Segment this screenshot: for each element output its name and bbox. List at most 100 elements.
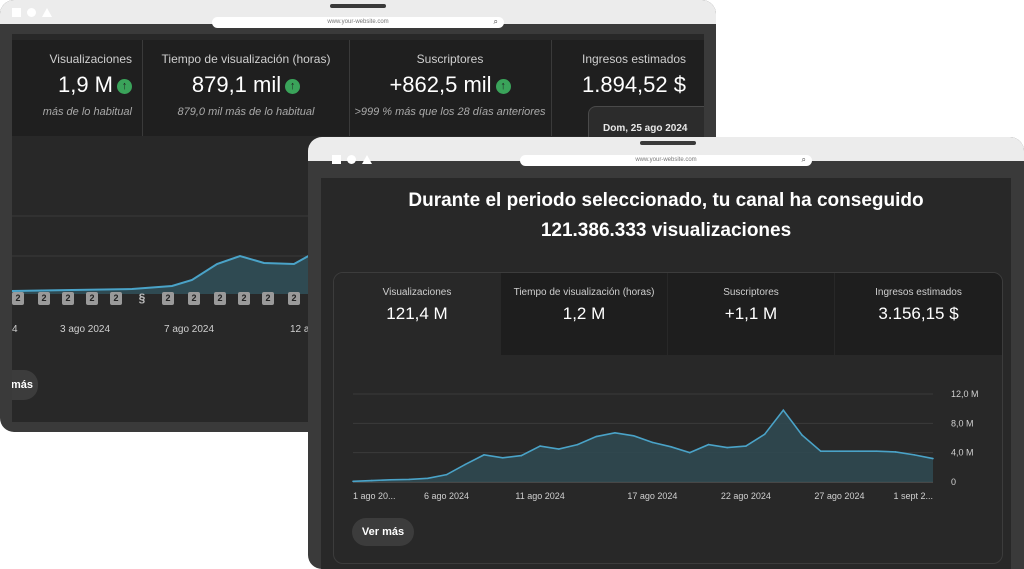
metric-label: Visualizaciones	[382, 287, 452, 298]
metric-value: 1,2 M	[562, 304, 606, 323]
metric-value: 1,9 M	[57, 72, 113, 97]
upload-badge[interactable]: 2	[38, 292, 50, 305]
y-tick-label: 0	[951, 477, 956, 487]
data-point	[745, 445, 747, 447]
arrow-up-icon: ↑	[495, 78, 511, 94]
data-point	[801, 434, 803, 436]
front-browser-bar: www.your-website.com ⌕	[308, 137, 1024, 166]
data-point	[501, 457, 504, 459]
x-tick-label: 17 ago 2024	[627, 491, 677, 501]
tab-subscribers[interactable]: Suscriptores +1,1 M	[668, 273, 834, 355]
triangle-icon[interactable]	[42, 8, 52, 17]
data-point	[782, 409, 785, 411]
headline-line-1: Durante el periodo seleccionado, tu cana…	[408, 190, 924, 211]
back-more-button[interactable]: más	[12, 370, 38, 400]
metric-label: Suscriptores	[416, 52, 484, 66]
headline-line-2: 121.386.333 visualizaciones	[540, 220, 792, 241]
metric-label: Tiempo de visualización (horas)	[161, 52, 331, 66]
x-tick-label: 6 ago 2024	[424, 491, 469, 501]
tab-watch-time[interactable]: Tiempo de visualización (horas) 1,2 M	[501, 273, 667, 355]
tooltip-date: Dom, 25 ago 2024	[603, 123, 688, 134]
data-point	[913, 454, 916, 456]
metric-subtitle: >999 % más que los 28 días anteriores	[354, 106, 546, 118]
upload-badge[interactable]: 2	[214, 292, 226, 305]
data-point	[370, 479, 373, 482]
data-point	[408, 478, 410, 481]
upload-badge[interactable]: 2	[188, 292, 200, 305]
data-point	[576, 443, 579, 446]
back-metric-revenue[interactable]: Ingresos estimados 1.894,52 $	[582, 52, 704, 98]
back-url-bar[interactable]: www.your-website.com ⌕	[212, 17, 504, 28]
tab-revenue[interactable]: Ingresos estimados 3.156,15 $	[835, 273, 1002, 355]
metric-value: +1,1 M	[724, 304, 778, 323]
data-point	[876, 450, 878, 452]
data-point	[539, 445, 541, 447]
square-icon[interactable]	[332, 155, 341, 164]
data-point	[483, 454, 485, 456]
back-browser-bar: www.your-website.com ⌕	[0, 0, 716, 28]
front-device-frame: www.your-website.com ⌕ Durante el period…	[308, 137, 1024, 569]
data-point	[707, 443, 710, 446]
data-point	[670, 446, 672, 448]
metric-value: 1.894,52 $	[582, 72, 686, 97]
circle-icon[interactable]	[27, 8, 36, 17]
x-tick-label: 11 ago 2024	[515, 491, 564, 501]
data-point	[651, 441, 654, 444]
button-label: Ver más	[361, 526, 405, 538]
triangle-icon[interactable]	[362, 155, 372, 164]
back-metric-watch-time[interactable]: Tiempo de visualización (horas) 879,1 mi…	[146, 52, 346, 118]
views-chart: 12,0 M 8,0 M 4,0 M 0 1 ago 20... 6 ago 2024 11…	[352, 389, 979, 501]
upload-badge[interactable]: 2	[110, 292, 122, 305]
upload-badge[interactable]: 2	[238, 292, 250, 305]
see-more-button[interactable]: Ver más	[352, 518, 414, 546]
metric-value: +862,5 mil	[389, 72, 492, 97]
metric-label: Ingresos estimados	[582, 52, 687, 66]
back-x-tick: 7 ago 2024	[164, 324, 215, 335]
data-point	[520, 454, 523, 457]
upload-badge[interactable]: 2	[62, 292, 74, 305]
search-icon[interactable]: ⌕	[802, 154, 806, 165]
y-tick-label: 12,0 M	[951, 389, 979, 399]
chart-area	[353, 410, 933, 482]
upload-badge[interactable]: 2	[162, 292, 174, 305]
headline: Durante el periodo seleccionado, tu cana…	[321, 186, 1011, 246]
data-point	[595, 435, 598, 438]
square-icon[interactable]	[12, 8, 21, 17]
data-point	[688, 451, 691, 454]
upload-badge[interactable]: 2	[288, 292, 300, 305]
data-point	[857, 450, 859, 452]
circle-icon[interactable]	[347, 155, 356, 164]
metric-label: Ingresos estimados	[875, 287, 962, 298]
x-tick-label: 1 ago 20...	[353, 491, 396, 501]
metric-label: Visualizaciones	[49, 52, 133, 66]
data-point	[894, 451, 897, 453]
upload-badge[interactable]: 2	[86, 292, 98, 305]
y-tick-label: 4,0 M	[951, 448, 974, 458]
arrow-up-icon: ↑	[285, 78, 301, 94]
back-device-notch	[330, 4, 386, 8]
x-tick-label: 22 ago 2024	[721, 491, 771, 501]
data-point	[464, 463, 467, 466]
back-window-controls	[12, 8, 52, 17]
metric-label: Tiempo de visualización (horas)	[513, 287, 655, 298]
tab-views[interactable]: Visualizaciones 121,4 M	[334, 273, 500, 355]
front-url-bar[interactable]: www.your-website.com ⌕	[520, 155, 812, 166]
back-area	[12, 254, 312, 294]
arrow-up-icon: ↑	[117, 78, 132, 94]
data-point	[838, 450, 841, 452]
metric-value: 879,1 mil	[191, 72, 282, 97]
search-icon[interactable]: ⌕	[494, 16, 498, 27]
back-metric-subscribers[interactable]: Suscriptores +862,5 mil ↑ >999 % más que …	[350, 52, 550, 118]
upload-badge[interactable]: 2	[262, 292, 274, 305]
back-metric-views[interactable]: Visualizaciones 1,9 M ↑ más de lo habitua…	[12, 52, 132, 118]
shorts-badge[interactable]: §	[136, 292, 148, 305]
button-label: más	[12, 379, 34, 391]
data-point	[445, 473, 448, 476]
metric-subtitle: 879,0 mil más de lo habitual	[177, 106, 315, 118]
front-screen: Durante el periodo seleccionado, tu cana…	[321, 178, 1011, 569]
upload-badge[interactable]: 2	[12, 292, 24, 305]
data-point	[614, 432, 616, 434]
y-tick-label: 8,0 M	[951, 418, 974, 428]
front-device-notch	[640, 141, 696, 145]
data-point	[389, 479, 392, 481]
